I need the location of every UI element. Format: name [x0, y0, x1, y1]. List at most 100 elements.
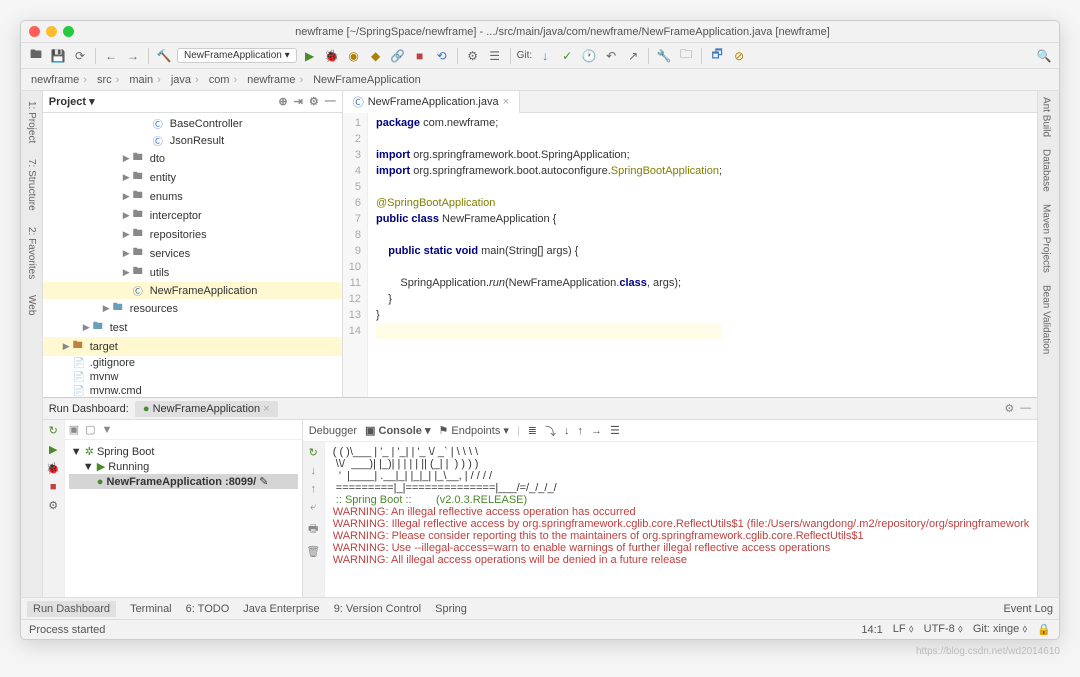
- down-icon[interactable]: ↓: [310, 465, 316, 477]
- code-area[interactable]: 1234567891011121314 package com.newframe…: [343, 113, 1038, 397]
- open-icon[interactable]: 🖿: [27, 47, 45, 65]
- close-icon[interactable]: [29, 26, 40, 37]
- tool-web[interactable]: Web: [24, 291, 39, 319]
- step-into-icon[interactable]: ↓: [564, 425, 570, 437]
- console-output[interactable]: ( ( )\___ | '_ | '_| | '_ \/ _` | \ \ \ …: [325, 442, 1038, 597]
- project-label[interactable]: Project ▾: [49, 95, 95, 108]
- git-branch[interactable]: Git: xinge ⬨: [973, 623, 1027, 636]
- code-lines[interactable]: package com.newframe;import org.springfr…: [368, 113, 730, 397]
- tree-item[interactable]: ▶🖿interceptor: [43, 206, 342, 225]
- misc-icon-1[interactable]: 🔧: [655, 47, 673, 65]
- crumb[interactable]: NewFrameApplication: [309, 73, 429, 87]
- bottom-tab[interactable]: 9: Version Control: [334, 603, 421, 615]
- run-config-selector[interactable]: NewFrameApplication ▾: [177, 48, 297, 63]
- editor-tab[interactable]: Ⓒ NewFrameApplication.java ×: [343, 91, 520, 113]
- structure-icon[interactable]: ☰: [486, 47, 504, 65]
- bottom-tab[interactable]: Spring: [435, 603, 467, 615]
- vcs-push-icon[interactable]: ↗: [624, 47, 642, 65]
- filter-icon[interactable]: ⚙: [48, 499, 58, 512]
- project-tree[interactable]: ⒸBaseControllerⒸJsonResult▶🖿dto▶🖿entity▶…: [43, 113, 342, 397]
- tree-item[interactable]: 📄mvnw.cmd: [43, 384, 342, 397]
- profile-icon[interactable]: ◆: [367, 47, 385, 65]
- debug-icon[interactable]: 🐞: [323, 47, 341, 65]
- back-icon[interactable]: ←: [102, 47, 120, 65]
- step-over-icon[interactable]: ⤵: [545, 423, 556, 439]
- tab-endpoints[interactable]: ⚑ Endpoints ▾: [439, 424, 509, 437]
- tool-favorites[interactable]: 2: Favorites: [24, 223, 39, 283]
- print-icon[interactable]: 🖶: [308, 520, 318, 539]
- reload-icon[interactable]: ⟲: [433, 47, 451, 65]
- debug-icon[interactable]: 🐞: [46, 462, 60, 475]
- misc-icon-4[interactable]: ⊘: [730, 47, 748, 65]
- crumb[interactable]: java: [167, 73, 203, 87]
- run-to-icon[interactable]: →: [591, 425, 602, 437]
- misc-icon-2[interactable]: 🗀: [677, 47, 695, 65]
- collapse-icon[interactable]: ▢: [85, 423, 95, 436]
- tree-item[interactable]: ▶🖿services: [43, 244, 342, 263]
- gear-icon[interactable]: ⚙: [1004, 402, 1014, 415]
- tree-item[interactable]: 📄.gitignore: [43, 356, 342, 370]
- stop-icon[interactable]: ■: [50, 481, 57, 493]
- tree-item[interactable]: ▶🖿repositories: [43, 225, 342, 244]
- build-icon[interactable]: 🔨: [155, 47, 173, 65]
- settings-icon[interactable]: ⚙: [464, 47, 482, 65]
- tool-project[interactable]: 1: Project: [24, 97, 39, 147]
- bottom-tab[interactable]: Java Enterprise: [243, 603, 319, 615]
- tree-item[interactable]: ▶🖿test: [43, 318, 342, 337]
- caret-pos[interactable]: 14:1: [861, 624, 882, 636]
- sync-icon[interactable]: ⟳: [71, 47, 89, 65]
- up-icon[interactable]: ↑: [310, 483, 316, 495]
- vcs-commit-icon[interactable]: ✓: [558, 47, 576, 65]
- tree-item[interactable]: ▶🖿enums: [43, 187, 342, 206]
- crumb[interactable]: newframe: [243, 73, 307, 87]
- tree-item[interactable]: ⒸJsonResult: [43, 132, 342, 149]
- save-icon[interactable]: 💾: [49, 47, 67, 65]
- vcs-revert-icon[interactable]: ↶: [602, 47, 620, 65]
- search-icon[interactable]: 🔍: [1035, 47, 1053, 65]
- hide-icon[interactable]: —: [1020, 402, 1031, 415]
- tree-item[interactable]: ⒸNewFrameApplication: [43, 282, 342, 299]
- rerun-icon[interactable]: ↻: [309, 446, 318, 459]
- minimize-icon[interactable]: [46, 26, 57, 37]
- dashboard-tab[interactable]: ● NewFrameApplication ×: [135, 401, 278, 417]
- eval-icon[interactable]: ☰: [610, 424, 620, 437]
- step-out-icon[interactable]: ↑: [578, 425, 584, 437]
- rerun-icon[interactable]: ↻: [49, 424, 58, 437]
- tree-item[interactable]: ▶🖿utils: [43, 263, 342, 282]
- clear-icon[interactable]: 🗑: [306, 545, 320, 558]
- tab-console[interactable]: ▣ Console ▾: [365, 424, 430, 437]
- target-icon[interactable]: ⊕: [278, 95, 287, 108]
- run-icon[interactable]: ▶: [49, 443, 57, 456]
- vcs-history-icon[interactable]: 🕐: [580, 47, 598, 65]
- coverage-icon[interactable]: ◉: [345, 47, 363, 65]
- crumb[interactable]: newframe: [27, 73, 91, 87]
- crumb[interactable]: main: [125, 73, 165, 87]
- event-log[interactable]: Event Log: [1003, 603, 1053, 615]
- zoom-icon[interactable]: [63, 26, 74, 37]
- tool-structure[interactable]: 7: Structure: [24, 155, 39, 215]
- bottom-tab[interactable]: Terminal: [130, 603, 172, 615]
- filter-icon[interactable]: ▼: [102, 424, 113, 436]
- tree-item[interactable]: ▶🖿target: [43, 337, 342, 356]
- tool-database[interactable]: Database: [1038, 143, 1053, 198]
- tree-item[interactable]: ▶🖿entity: [43, 168, 342, 187]
- close-tab-icon[interactable]: ×: [503, 96, 509, 108]
- forward-icon[interactable]: →: [124, 47, 142, 65]
- hide-icon[interactable]: —: [325, 95, 336, 108]
- tool-maven[interactable]: Maven Projects: [1038, 198, 1053, 279]
- tool-ant[interactable]: Ant Build: [1038, 91, 1053, 143]
- misc-icon-3[interactable]: 🗗: [708, 47, 726, 65]
- lock-icon[interactable]: 🔒: [1037, 623, 1051, 636]
- crumb[interactable]: src: [93, 73, 123, 87]
- line-sep[interactable]: LF ⬨: [893, 623, 914, 636]
- tree-item[interactable]: ⒸBaseController: [43, 115, 342, 132]
- dashboard-tree[interactable]: ▼ ✲ Spring Boot ▼ ▶ Running ● NewFrameAp…: [65, 440, 302, 597]
- bottom-tab[interactable]: 6: TODO: [186, 603, 230, 615]
- run-icon[interactable]: ▶: [301, 47, 319, 65]
- tab-debugger[interactable]: Debugger: [309, 425, 357, 437]
- wrap-icon[interactable]: ⤶: [310, 501, 316, 514]
- crumb[interactable]: com: [205, 73, 241, 87]
- tree-item[interactable]: ▶🖿dto: [43, 149, 342, 168]
- gear-icon[interactable]: ⚙: [309, 95, 319, 108]
- tree-item[interactable]: 📄mvnw: [43, 370, 342, 384]
